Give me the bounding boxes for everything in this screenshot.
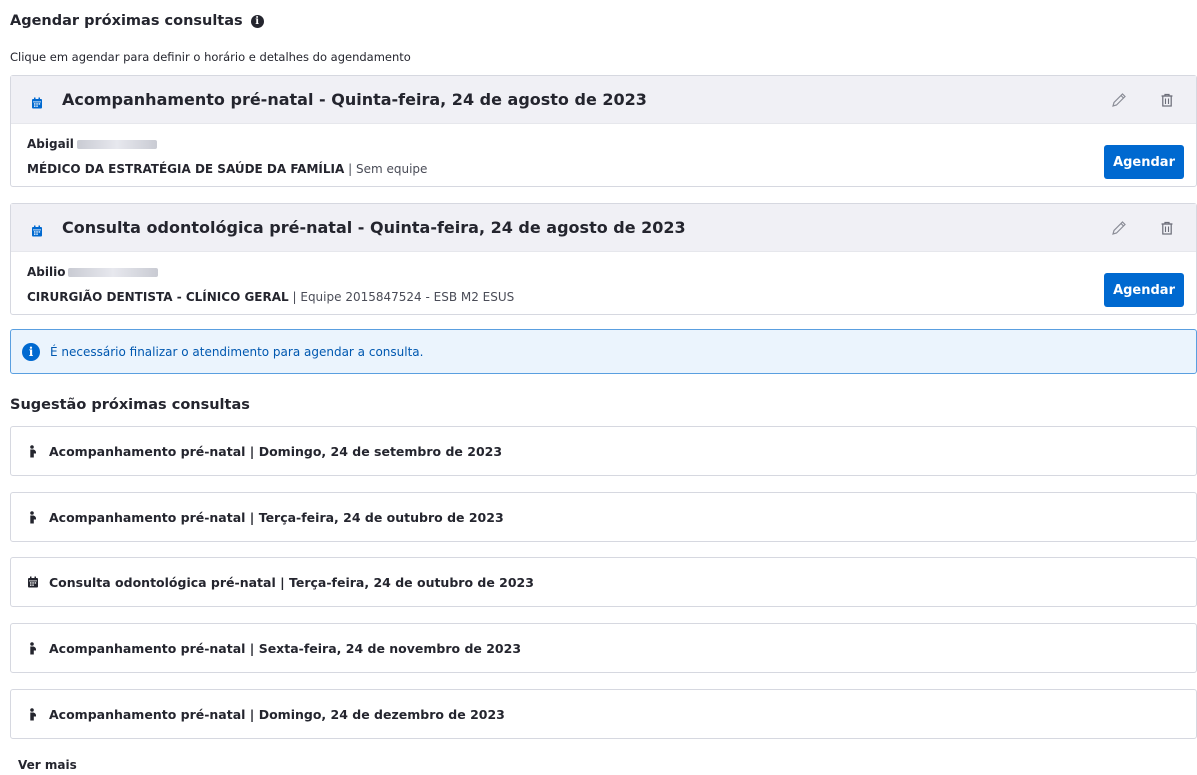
- suggestion-text: Acompanhamento pré-natal | Domingo, 24 d…: [49, 706, 505, 722]
- edit-pencil-icon[interactable]: [1110, 91, 1128, 109]
- pregnant-icon: [27, 444, 39, 457]
- appointment-card-header: Acompanhamento pré-natal - Quinta-feira,…: [11, 76, 1196, 124]
- appointment-card-header: Consulta odontológica pré-natal - Quinta…: [11, 204, 1196, 252]
- appointment-actions: [1110, 76, 1176, 123]
- agendar-button[interactable]: Agendar: [1104, 273, 1184, 307]
- redacted-surname: [76, 140, 157, 149]
- calendar-icon: [31, 222, 43, 236]
- trash-icon[interactable]: [1158, 91, 1176, 109]
- suggestion-text: Consulta odontológica pré-natal | Terça-…: [49, 574, 534, 590]
- professional-name: Abigail: [27, 137, 157, 151]
- suggestion-text: Acompanhamento pré-natal | Sexta-feira, …: [49, 640, 522, 656]
- professional-name-text: Abilio: [27, 265, 66, 279]
- suggestion-item: Acompanhamento pré-natal | Terça-feira, …: [10, 492, 1197, 542]
- suggestion-text: Acompanhamento pré-natal | Terça-feira, …: [49, 509, 504, 525]
- professional-team: | Sem equipe: [344, 162, 428, 176]
- suggestion-item: Acompanhamento pré-natal | Sexta-feira, …: [10, 623, 1197, 673]
- professional-name: Abilio: [27, 265, 159, 279]
- appointment-title: Acompanhamento pré-natal - Quinta-feira,…: [62, 90, 647, 109]
- suggestion-item: Consulta odontológica pré-natal | Terça-…: [10, 557, 1197, 607]
- calendar-icon: [31, 94, 43, 108]
- page-subtitle: Clique em agendar para definir o horário…: [10, 50, 411, 64]
- agendar-button[interactable]: Agendar: [1104, 145, 1184, 179]
- appointment-card-body: Abilio CIRURGIÃO DENTISTA - CLÍNICO GERA…: [11, 252, 1196, 314]
- professional-role-line: CIRURGIÃO DENTISTA - CLÍNICO GERAL | Equ…: [27, 290, 514, 304]
- page-title: Agendar próximas consultas: [10, 13, 243, 29]
- trash-icon[interactable]: [1158, 219, 1176, 237]
- redacted-surname: [68, 268, 159, 277]
- appointment-title: Consulta odontológica pré-natal - Quinta…: [62, 218, 686, 237]
- professional-role-line: MÉDICO DA ESTRATÉGIA DE SAÚDE DA FAMÍLIA…: [27, 162, 427, 176]
- appointment-card: Consulta odontológica pré-natal - Quinta…: [10, 203, 1197, 315]
- suggestion-item: Acompanhamento pré-natal | Domingo, 24 d…: [10, 689, 1197, 739]
- appointment-actions: [1110, 204, 1176, 251]
- suggestion-text: Acompanhamento pré-natal | Domingo, 24 d…: [49, 443, 503, 459]
- suggestions-title: Sugestão próximas consultas: [10, 397, 250, 413]
- appointment-card-body: Abigail MÉDICO DA ESTRATÉGIA DE SAÚDE DA…: [11, 124, 1196, 186]
- suggestion-item: Acompanhamento pré-natal | Domingo, 24 d…: [10, 426, 1197, 476]
- alert-message: É necessário finalizar o atendimento par…: [50, 344, 424, 359]
- pregnant-icon: [27, 707, 39, 720]
- professional-role: CIRURGIÃO DENTISTA - CLÍNICO GERAL: [27, 290, 289, 304]
- pregnant-icon: [27, 641, 39, 654]
- edit-pencil-icon[interactable]: [1110, 219, 1128, 237]
- professional-team: | Equipe 2015847524 - ESB M2 ESUS: [288, 290, 515, 304]
- pregnant-icon: [27, 510, 39, 523]
- section-header: Agendar próximas consultas i: [10, 13, 264, 29]
- appointment-card: Acompanhamento pré-natal - Quinta-feira,…: [10, 75, 1197, 187]
- professional-name-text: Abigail: [27, 137, 74, 151]
- info-circle-icon: i: [22, 342, 40, 361]
- info-alert: i É necessário finalizar o atendimento p…: [10, 329, 1197, 374]
- see-more-link[interactable]: Ver mais: [18, 758, 77, 772]
- info-icon[interactable]: i: [250, 14, 264, 28]
- calendar-icon: [27, 576, 39, 588]
- professional-role: MÉDICO DA ESTRATÉGIA DE SAÚDE DA FAMÍLIA: [27, 162, 345, 176]
